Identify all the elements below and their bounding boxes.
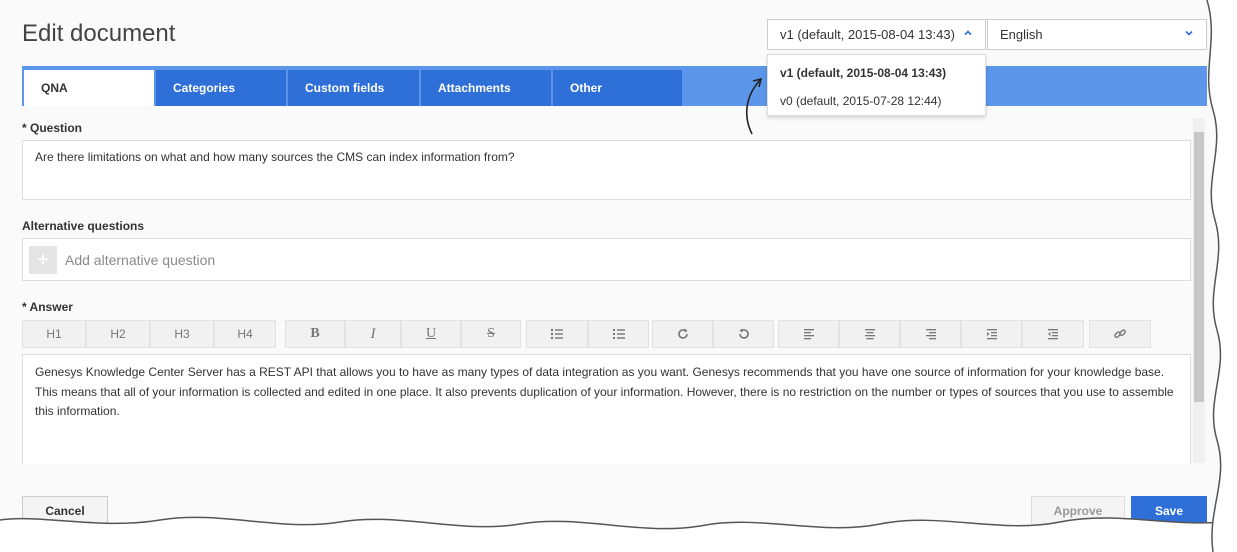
- chevron-up-icon: [963, 28, 973, 41]
- heading4-button[interactable]: H4: [214, 320, 276, 348]
- question-text: Are there limitations on what and how ma…: [35, 150, 515, 164]
- align-left-icon: [803, 329, 814, 340]
- redo-icon: [677, 328, 688, 339]
- add-alternative-question-placeholder[interactable]: Add alternative question: [65, 252, 215, 268]
- link-button[interactable]: [1089, 320, 1151, 348]
- align-center-icon: [864, 329, 875, 340]
- torn-edge-right: [1206, 0, 1237, 552]
- bullet-list-icon: [550, 328, 563, 340]
- underline-button[interactable]: U: [401, 320, 461, 348]
- version-option-v0[interactable]: v0 (default, 2015-07-28 12:44): [768, 83, 985, 111]
- outdent-icon: [1048, 329, 1058, 340]
- numbered-list-button[interactable]: [588, 320, 649, 348]
- align-right-button[interactable]: [900, 320, 961, 348]
- align-left-button[interactable]: [778, 320, 839, 348]
- tab-other[interactable]: Other: [553, 70, 682, 106]
- tab-attachments[interactable]: Attachments: [421, 70, 551, 106]
- language-select[interactable]: English: [987, 19, 1207, 50]
- add-alternative-question-button[interactable]: +: [29, 246, 57, 274]
- italic-button[interactable]: I: [345, 320, 401, 348]
- tab-categories[interactable]: Categories: [156, 70, 286, 106]
- question-field[interactable]: Are there limitations on what and how ma…: [22, 140, 1191, 200]
- torn-edge-bottom: [0, 516, 1237, 552]
- outdent-button[interactable]: [1022, 320, 1084, 348]
- redo-button[interactable]: [652, 320, 713, 348]
- version-dropdown: v1 (default, 2015-08-04 13:43) v0 (defau…: [767, 54, 986, 116]
- indent-button[interactable]: [961, 320, 1022, 348]
- alternative-questions-field: + Add alternative question: [22, 238, 1191, 281]
- undo-button[interactable]: [713, 320, 774, 348]
- heading2-button[interactable]: H2: [86, 320, 150, 348]
- question-label: * Question: [22, 121, 83, 135]
- tab-custom-fields[interactable]: Custom fields: [288, 70, 419, 106]
- version-select-value: v1 (default, 2015-08-04 13:43): [780, 27, 955, 42]
- bullet-list-button[interactable]: [526, 320, 588, 348]
- align-right-icon: [925, 329, 936, 340]
- heading3-button[interactable]: H3: [150, 320, 214, 348]
- link-icon: [1114, 329, 1126, 339]
- answer-label: * Answer: [22, 300, 73, 314]
- numbered-list-icon: [612, 329, 625, 339]
- heading1-button[interactable]: H1: [22, 320, 86, 348]
- annotation-arrow-icon: [745, 77, 763, 135]
- alternative-questions-label: Alternative questions: [22, 219, 145, 233]
- align-center-button[interactable]: [839, 320, 900, 348]
- strikethrough-button[interactable]: S: [461, 320, 521, 348]
- indent-icon: [986, 329, 997, 340]
- answer-editor[interactable]: Genesys Knowledge Center Server has a RE…: [22, 354, 1191, 464]
- version-option-v1[interactable]: v1 (default, 2015-08-04 13:43): [768, 55, 985, 83]
- undo-icon: [738, 328, 749, 339]
- answer-text: Genesys Knowledge Center Server has a RE…: [35, 365, 1174, 418]
- tab-qna[interactable]: QNA: [22, 70, 154, 106]
- page-title: Edit document: [22, 20, 176, 47]
- edit-document-page: Edit document v1 (default, 2015-08-04 13…: [0, 0, 1237, 552]
- chevron-down-icon: [1184, 28, 1194, 41]
- version-select[interactable]: v1 (default, 2015-08-04 13:43): [767, 19, 986, 50]
- language-select-value: English: [1000, 27, 1043, 42]
- bold-button[interactable]: B: [285, 320, 345, 348]
